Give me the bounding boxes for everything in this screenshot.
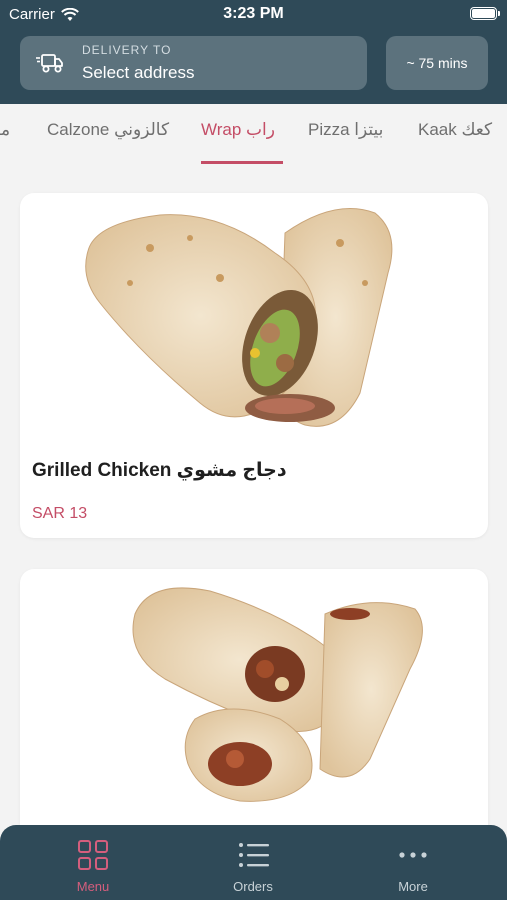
more-dots-icon [399, 852, 427, 858]
delivery-eta-button[interactable]: ~ 75 mins [386, 36, 488, 90]
nav-menu[interactable]: Menu [33, 825, 153, 900]
product-name: Grilled Chicken دجاج مشوي [32, 460, 287, 481]
product-card[interactable] [20, 569, 488, 869]
delivery-truck-icon [36, 54, 63, 73]
grid-icon [78, 840, 108, 870]
app-screen: Carrier 3:23 PM DELIVERY TO Select addre… [0, 0, 507, 900]
delivery-address-button[interactable]: DELIVERY TO Select address [20, 36, 367, 90]
wrap-image [132, 587, 423, 802]
active-tab-indicator [201, 161, 283, 164]
nav-label: More [398, 879, 428, 894]
bottom-nav: Menu Orders More [0, 825, 507, 900]
nav-orders[interactable]: Orders [193, 825, 313, 900]
wifi-icon [60, 7, 79, 21]
delivery-to-label: DELIVERY TO [82, 43, 172, 57]
battery-icon [470, 7, 500, 20]
nav-label: Orders [233, 879, 273, 894]
address-value: Select address [82, 63, 195, 82]
header: Carrier 3:23 PM DELIVERY TO Select addre… [0, 0, 507, 104]
wrap-image [85, 208, 393, 427]
tab-kaak[interactable]: Kaak كعك [418, 120, 492, 140]
tab-pizza[interactable]: Pizza بيتزا [308, 120, 383, 140]
status-bar: Carrier 3:23 PM [0, 0, 507, 30]
list-icon [239, 843, 269, 867]
product-price: SAR 13 [32, 505, 88, 522]
product-card[interactable]: Grilled Chicken دجاج مشوي SAR 13 [20, 193, 488, 538]
nav-more[interactable]: More [353, 825, 473, 900]
tab-partial[interactable]: من [0, 120, 10, 140]
tab-calzone[interactable]: Calzone كالزوني [47, 120, 169, 140]
nav-label: Menu [76, 879, 110, 894]
carrier: Carrier [9, 6, 79, 23]
tab-wrap[interactable]: Wrap راب [201, 120, 275, 140]
carrier-label: Carrier [9, 6, 55, 23]
category-tabs: من Calzone كالزوني Wrap راب Pizza بيتزا … [0, 104, 507, 168]
